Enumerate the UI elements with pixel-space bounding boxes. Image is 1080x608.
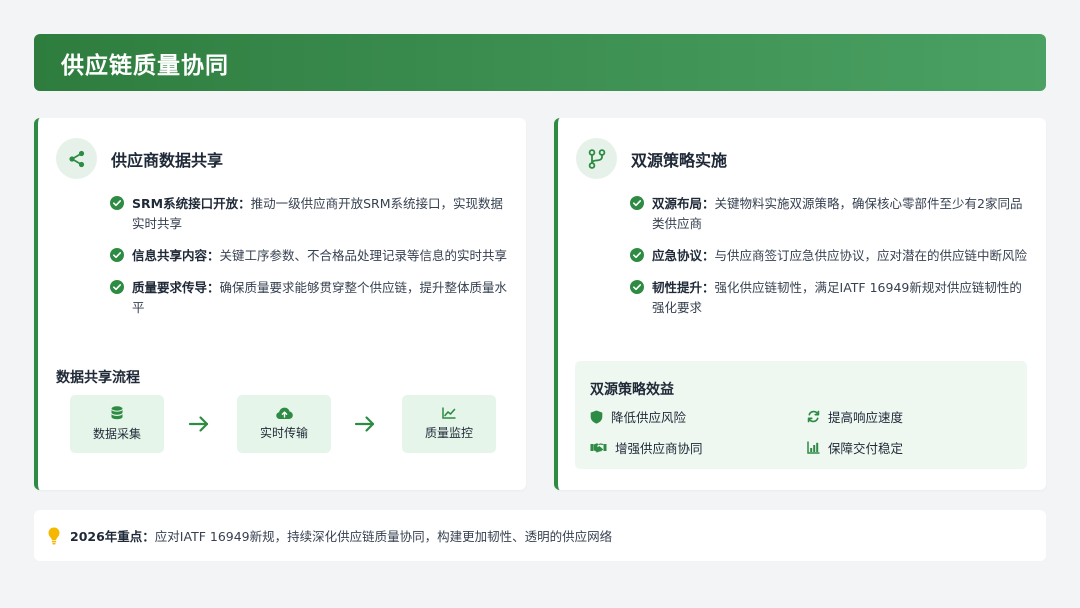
item-text: 信息共享内容：关键工序参数、不合格品处理记录等信息的实时共享 — [132, 248, 508, 263]
benefit-item: 降低供应风险 — [590, 407, 686, 426]
list-item: 韧性提升：强化供应链韧性，满足IATF 16949新规对供应链韧性的强化要求 — [630, 278, 1030, 318]
item-text: 韧性提升：强化供应链韧性，满足IATF 16949新规对供应链韧性的强化要求 — [652, 280, 1022, 315]
flow-step-collect: 数据采集 — [70, 395, 164, 453]
arrow-right-icon — [354, 416, 375, 432]
list-item: SRM系统接口开放：推动一级供应商开放SRM系统接口，实现数据实时共享 — [110, 194, 514, 234]
lightbulb-icon — [48, 527, 60, 544]
check-circle-icon — [630, 196, 644, 210]
list-item: 双源布局：关键物料实施双源策略，确保核心零部件至少有2家同品类供应商 — [630, 194, 1030, 234]
handshake-icon — [590, 442, 607, 453]
list-item: 应急协议：与供应商签订应急供应协议，应对潜在的供应链中断风险 — [630, 246, 1030, 266]
list-item: 质量要求传导：确保质量要求能够贯穿整个供应链，提升整体质量水平 — [110, 278, 514, 318]
flow-title: 数据共享流程 — [56, 370, 140, 386]
benefit-item: 提高响应速度 — [807, 407, 903, 426]
branch-icon — [588, 148, 605, 169]
check-circle-icon — [630, 280, 644, 294]
benefit-item: 增强供应商协同 — [590, 438, 703, 457]
flow-step-label: 质量监控 — [424, 426, 473, 440]
check-circle-icon — [110, 196, 124, 210]
shield-icon — [590, 410, 603, 424]
line-chart-icon — [442, 407, 456, 419]
share-icon-circle — [56, 138, 97, 179]
check-circle-icon — [630, 248, 644, 262]
flow-step-label: 实时传输 — [259, 426, 308, 440]
bar-chart-icon — [807, 441, 820, 454]
arrow-right-icon — [188, 416, 209, 432]
branch-icon-circle — [576, 138, 617, 179]
card-header: 双源策略实施 — [576, 138, 727, 179]
card-title: 双源策略实施 — [631, 150, 728, 170]
item-text: 应急协议：与供应商签订应急供应协议，应对潜在的供应链中断风险 — [652, 248, 1028, 263]
card-title: 供应商数据共享 — [111, 150, 224, 170]
focus-footer: 2026年重点：应对IATF 16949新规，持续深化供应链质量协同，构建更加韧… — [34, 510, 1046, 561]
share-icon — [68, 150, 84, 167]
item-text: SRM系统接口开放：推动一级供应商开放SRM系统接口，实现数据实时共享 — [132, 196, 503, 231]
sync-icon — [807, 410, 820, 423]
data-sharing-flow: 数据采集 实时传输 质量监控 — [70, 395, 498, 453]
page-title: 供应链质量协同 — [61, 52, 229, 79]
benefit-item: 保障交付稳定 — [807, 438, 903, 457]
item-text: 双源布局：关键物料实施双源策略，确保核心零部件至少有2家同品类供应商 — [652, 196, 1023, 231]
footer-text: 2026年重点：应对IATF 16949新规，持续深化供应链质量协同，构建更加韧… — [70, 529, 613, 544]
flow-step-transfer: 实时传输 — [237, 395, 331, 453]
page-header: 供应链质量协同 — [34, 34, 1046, 91]
check-circle-icon — [110, 248, 124, 262]
supplier-data-sharing-card: 供应商数据共享 SRM系统接口开放：推动一级供应商开放SRM系统接口，实现数据实… — [34, 118, 526, 490]
dual-source-strategy-card: 双源策略实施 双源布局：关键物料实施双源策略，确保核心零部件至少有2家同品类供应… — [554, 118, 1046, 490]
flow-step-monitor: 质量监控 — [402, 395, 496, 453]
list-item: 信息共享内容：关键工序参数、不合格品处理记录等信息的实时共享 — [110, 246, 514, 266]
cloud-upload-icon — [275, 407, 293, 419]
card-header: 供应商数据共享 — [56, 138, 223, 179]
item-text: 质量要求传导：确保质量要求能够贯穿整个供应链，提升整体质量水平 — [132, 280, 508, 315]
sharing-item-list: SRM系统接口开放：推动一级供应商开放SRM系统接口，实现数据实时共享 信息共享… — [110, 194, 514, 330]
strategy-item-list: 双源布局：关键物料实施双源策略，确保核心零部件至少有2家同品类供应商 应急协议：… — [630, 194, 1030, 330]
benefit-title: 双源策略效益 — [590, 382, 674, 398]
flow-step-label: 数据采集 — [92, 427, 141, 441]
database-icon — [111, 406, 123, 420]
benefit-panel: 双源策略效益 降低供应风险 提高响应速度 增强供应商协同 保障交付稳定 — [575, 361, 1027, 469]
check-circle-icon — [110, 280, 124, 294]
